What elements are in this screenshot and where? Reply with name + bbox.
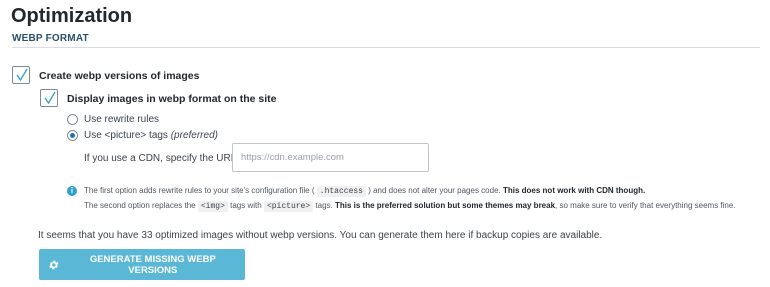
radio-picture-label: Use <picture> tags (preferred)	[84, 130, 218, 141]
gear-icon	[49, 260, 59, 269]
radio-picture-text: Use <picture> tags	[84, 130, 168, 141]
display-webp-label: Display images in webp format on the sit…	[67, 93, 277, 105]
note-text: , so make sure to verify that everything…	[555, 201, 736, 210]
info-icon: i	[67, 186, 77, 196]
create-webp-checkbox[interactable]	[12, 66, 30, 84]
checkmark-icon	[16, 68, 28, 82]
note-text: The first option adds rewrite rules to y…	[84, 186, 315, 195]
code-htaccess: .htaccess	[316, 186, 366, 197]
code-img-tag: <img>	[197, 201, 228, 212]
note-bold: This does not work with CDN though.	[502, 186, 646, 195]
note-line-1: The first option adds rewrite rules to y…	[84, 186, 645, 197]
cdn-label: If you use a CDN, specify the URL:	[84, 153, 240, 164]
create-webp-label: Create webp versions of images	[39, 70, 200, 82]
page-title: Optimization	[11, 5, 133, 27]
checkmark-icon	[44, 91, 56, 105]
generate-missing-webp-button[interactable]: GENERATE MISSING WEBP VERSIONS	[39, 249, 245, 280]
note-text: ) and does not alter your pages code.	[368, 186, 501, 195]
note-text: tags.	[315, 201, 333, 210]
note-text: tags with	[230, 201, 262, 210]
note-line-2: The second option replaces the <img> tag…	[84, 201, 736, 212]
missing-webp-summary: It seems that you have 33 optimized imag…	[38, 230, 603, 241]
section-title: WEBP FORMAT	[12, 33, 89, 44]
generate-button-label: GENERATE MISSING WEBP VERSIONS	[89, 253, 216, 276]
note-text: The second option replaces the	[84, 201, 196, 210]
radio-picture-tags[interactable]	[67, 130, 78, 141]
radio-rewrite-label: Use rewrite rules	[84, 114, 160, 125]
code-picture-tag: <picture>	[263, 201, 314, 212]
radio-rewrite-rules[interactable]	[67, 114, 78, 125]
cdn-url-input[interactable]	[232, 143, 429, 172]
note-bold: This is the preferred solution but some …	[334, 201, 556, 210]
display-webp-checkbox[interactable]	[40, 89, 58, 107]
radio-picture-suffix: (preferred)	[170, 130, 218, 141]
section-divider	[12, 47, 760, 48]
